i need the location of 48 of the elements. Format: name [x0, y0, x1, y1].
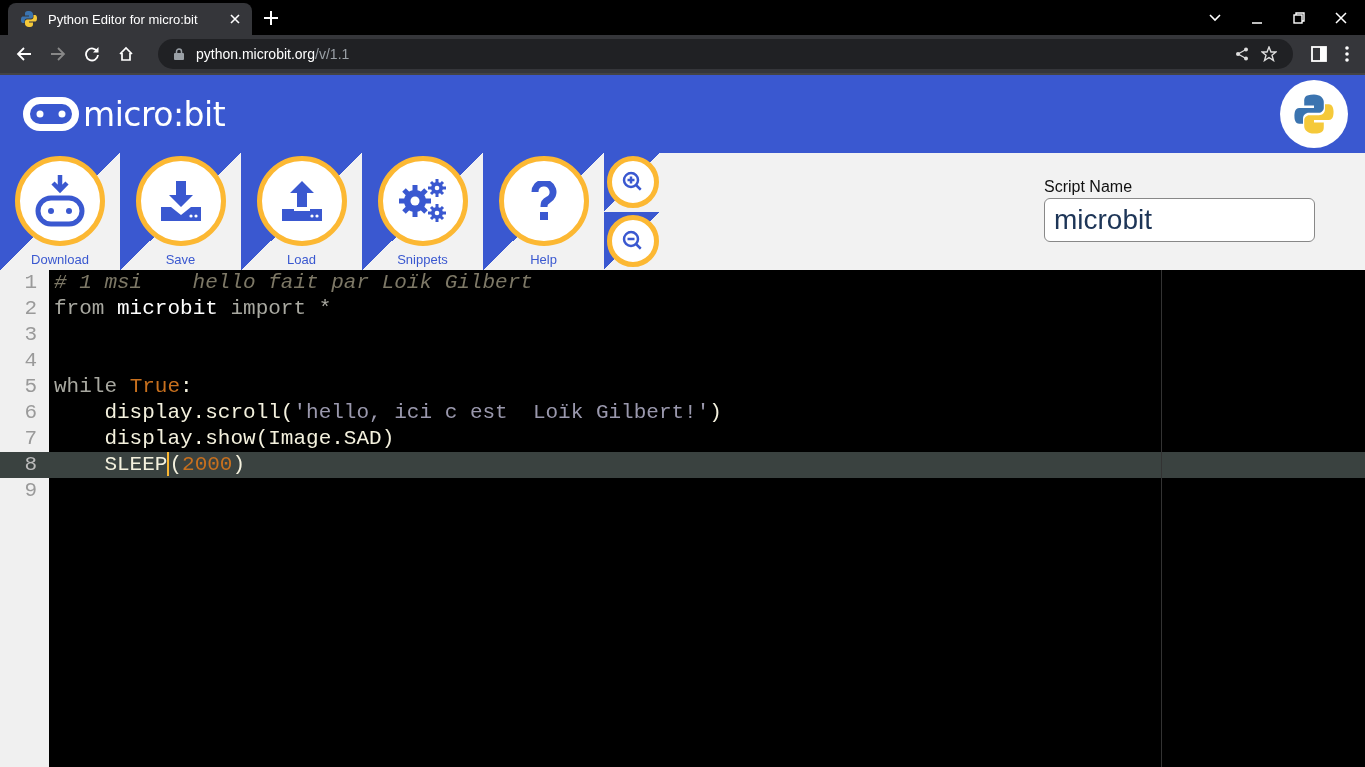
code-line: display.show(Image.SAD): [103, 426, 396, 452]
share-icon[interactable]: [1235, 47, 1249, 61]
python-logo-icon: [20, 10, 38, 28]
script-name-label: Script Name: [1044, 178, 1134, 196]
chevron-down-icon[interactable]: [1209, 13, 1221, 22]
zoom-out-button[interactable]: [604, 211, 659, 270]
download-tray-icon: [158, 179, 203, 223]
side-panel-icon[interactable]: [1311, 46, 1327, 62]
download-device-icon: [34, 173, 86, 229]
zoom-in-button[interactable]: [604, 153, 659, 212]
code-line: while True:: [53, 374, 194, 400]
address-bar[interactable]: python.microbit.org/v/1.1: [158, 39, 1293, 69]
browser-tab[interactable]: Python Editor for micro:bit: [8, 3, 252, 35]
code-area[interactable]: # 1 msi hello fait par Loïk Gilbert from microbit import * while True: display.scroll('hello, ici c est Loïk Gilbert!') display.show(Image.SAD) SLEEP(2000): [49, 270, 1365, 767]
gears-icon: [398, 179, 447, 223]
more-menu-icon[interactable]: [1345, 46, 1349, 62]
line-number: 2: [23, 296, 38, 322]
logo-text: micro:bit: [83, 94, 226, 134]
script-name-field[interactable]: microbit: [1044, 198, 1315, 242]
line-number: 3: [23, 322, 38, 348]
close-icon[interactable]: [230, 14, 240, 24]
code-line: # 1 msi hello fait par Loïk Gilbert: [53, 270, 534, 296]
zoom-out-icon: [607, 214, 659, 267]
zoom-in-icon: [607, 156, 659, 209]
code-line: display.scroll('hello, ici c est Loïk Gilbert!'): [103, 400, 723, 426]
upload-tray-icon: [279, 179, 324, 223]
line-number: 4: [23, 348, 38, 374]
restore-icon[interactable]: [1293, 11, 1305, 24]
lock-icon: [174, 48, 184, 60]
back-arrow-icon[interactable]: [16, 46, 32, 62]
line-number: 5: [23, 374, 38, 400]
close-icon[interactable]: [1335, 11, 1347, 24]
tab-title: Python Editor for micro:bit: [48, 11, 199, 27]
forward-arrow-icon[interactable]: [50, 46, 66, 62]
line-number: 6: [23, 400, 38, 426]
line-number: 1: [23, 270, 38, 296]
star-icon[interactable]: [1261, 46, 1277, 62]
home-icon[interactable]: [118, 46, 134, 62]
python-logo-icon: [1292, 92, 1336, 136]
line-number: 7: [23, 426, 38, 452]
line-number: 9: [23, 478, 38, 504]
url-text: python.microbit.org/v/1.1: [196, 46, 350, 62]
reload-icon[interactable]: [84, 46, 100, 62]
line-number: 8: [0, 452, 49, 478]
code-line: from microbit import *: [53, 296, 333, 322]
question-mark-icon: [530, 181, 557, 221]
microbit-face-icon: [23, 97, 79, 131]
new-tab-icon[interactable]: [264, 10, 278, 25]
